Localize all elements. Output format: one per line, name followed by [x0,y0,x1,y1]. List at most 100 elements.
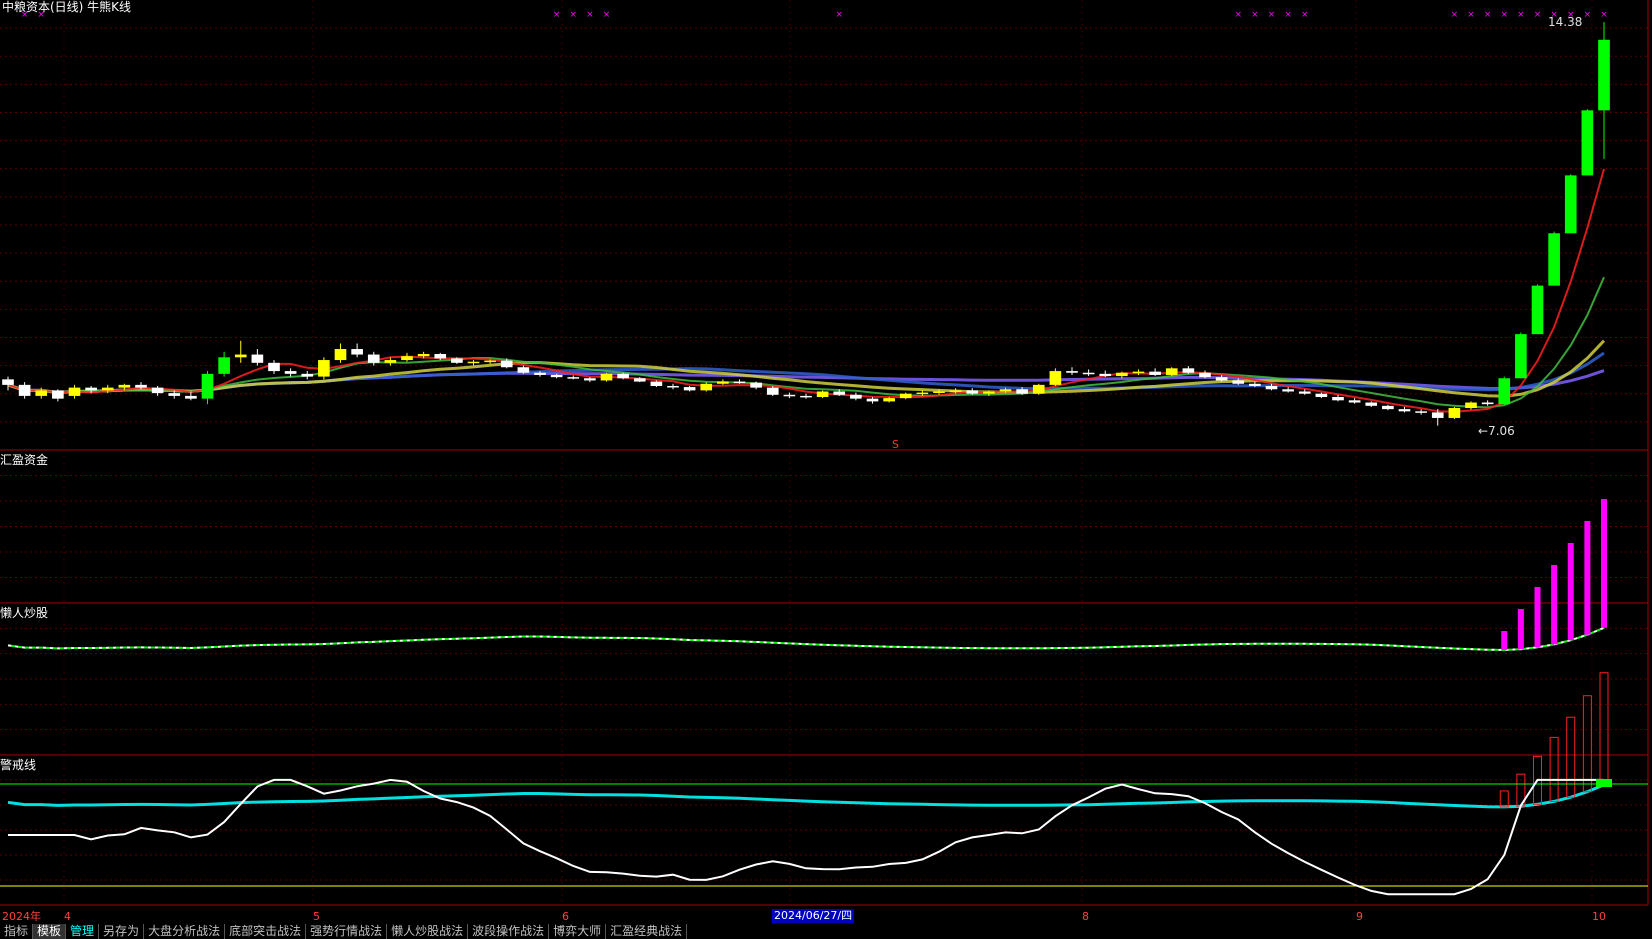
candle-body [1165,368,1178,375]
candle-body [1481,402,1494,405]
candle-body [201,373,214,399]
capital-bar [1534,587,1541,648]
chart-canvas[interactable]: × × × × × × × × × × × × × × × × × × × × × × [0,0,1652,939]
month-label: 10 [1592,910,1606,923]
candle-body [999,389,1012,392]
candle-body [1398,409,1411,412]
signal-cross: × [553,10,561,20]
candle-body [899,393,912,399]
signal-cross: × [835,10,843,20]
tab-huiying-classic[interactable]: 汇盈经典战法 [606,924,688,939]
candle-body [1531,285,1544,335]
candle-body [1282,389,1294,392]
tab-strong-market[interactable]: 强势行情战法 [306,924,388,939]
candle-body [135,384,147,388]
signal-cross: × [1451,10,1459,20]
signal-cross: × [603,10,611,20]
signal-cross: × [586,10,594,20]
candle-body [1132,371,1145,374]
signal-cross: × [569,10,577,20]
tab-manage[interactable]: 管理 [66,924,100,939]
candle-body [550,374,563,378]
candle-body [35,390,48,396]
signal-cross: × [1301,10,1309,20]
candle-body [417,354,430,357]
lazy-bar [1599,672,1609,786]
candle-body [966,390,979,394]
capital-bar [1601,499,1607,628]
candle-body [1116,372,1128,377]
alert-panel-title: 警戒线 [0,758,37,772]
candle-body [1598,39,1610,111]
capital-trend-line-alt [7,626,1605,651]
candle-body [717,381,729,384]
candle-body [584,378,596,381]
alert-indicator-panel [0,778,1648,896]
candle-body [916,392,929,395]
candle-body [1099,373,1112,377]
candle-body [500,360,513,368]
candle-body [1415,411,1427,413]
candle-body [334,349,347,361]
candle-body [234,354,247,358]
capital-bar [1517,609,1524,650]
candle-body [1365,402,1378,406]
month-label: 5 [313,910,320,923]
tab-template[interactable]: 模板 [33,924,67,939]
tab-bottom-strike[interactable]: 底部突击战法 [225,924,307,939]
candle-body [1265,385,1278,390]
candle-body [833,391,846,395]
capital-bar [1551,565,1558,645]
candle-body [351,349,363,355]
candle-body [401,356,413,361]
candlestick-panel: × × × × × × × × × × × × × × × × × × × × × × [2,10,1610,426]
tab-market-analysis[interactable]: 大盘分析战法 [144,924,226,939]
candle-body [933,391,945,393]
candle-body [883,398,895,402]
signal-marker: S [892,438,899,451]
candle-body [1182,368,1195,373]
alert-signal-block [1596,779,1612,787]
candle-body [1315,393,1328,397]
month-label: 6 [562,910,569,923]
candle-body [567,377,580,379]
candle-body [517,367,530,373]
candle-body [52,390,64,399]
signal-cross: × [1534,10,1542,20]
tab-lazy-trading[interactable]: 懒人炒股战法 [387,924,469,939]
signal-cross: × [1467,10,1475,20]
candle-body [2,379,14,385]
candle-body [733,381,746,384]
candle-body [384,360,397,363]
candle-body [1548,233,1560,286]
signal-cross: × [1251,10,1259,20]
signal-cross: × [1234,10,1242,20]
signal-cross: × [1584,10,1592,20]
candle-body [650,381,663,386]
month-label: 8 [1082,910,1089,923]
candle-body [18,384,31,396]
signal-cross: × [1517,10,1525,20]
month-label: 9 [1356,910,1363,923]
candle-body [866,398,879,402]
tab-swing-trading[interactable]: 波段操作战法 [468,924,550,939]
candle-body [783,394,796,397]
candle-body [633,378,646,382]
candle-body [168,393,181,396]
candle-body [1298,391,1311,394]
candle-body [1149,371,1161,375]
alert-oscillator-line [8,778,1604,896]
candle-body [617,373,629,379]
tab-indicator[interactable]: 指标 [0,924,34,939]
candle-body [1049,371,1062,385]
capital-trend-line [7,626,1605,651]
candle-body [949,390,962,392]
tab-game-master[interactable]: 博弈大师 [549,924,607,939]
candle-body [766,387,779,395]
lazy-indicator-panel [7,672,1609,809]
tab-save-as[interactable]: 另存为 [99,924,145,939]
lazy-panel-title: 懒人炒股 [0,606,49,620]
candle-body [1215,377,1228,381]
candle-body [1066,371,1078,373]
signal-cross: × [1500,10,1508,20]
